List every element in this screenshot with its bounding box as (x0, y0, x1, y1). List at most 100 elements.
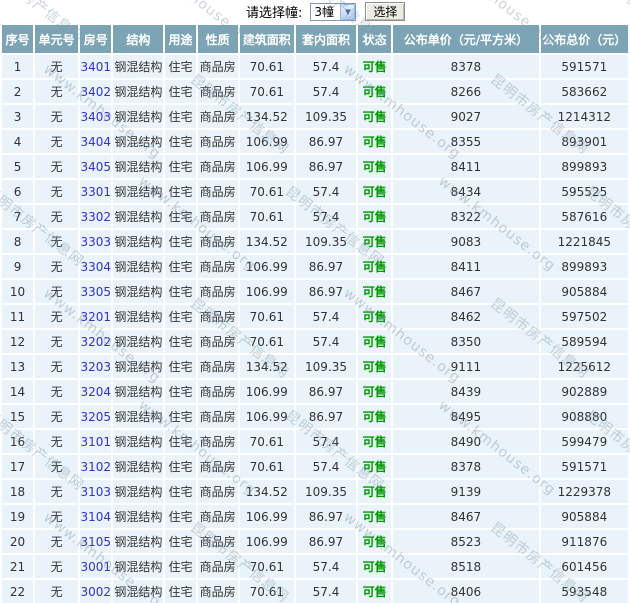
cell-room[interactable]: 3405 (80, 155, 112, 178)
table-row: 6 无 3301 钢混结构 住宅 商品房 70.61 57.4 可售 8434 595525 (2, 180, 628, 203)
cell-nature: 商品房 (197, 80, 238, 103)
cell-total-price: 911876 (540, 530, 628, 553)
cell-unit: 无 (35, 255, 79, 278)
cell-unit: 无 (35, 455, 79, 478)
cell-area: 106.99 (239, 280, 294, 303)
cell-room[interactable]: 3204 (80, 380, 112, 403)
select-button[interactable]: 选择 (365, 2, 406, 21)
cell-area: 106.99 (239, 155, 294, 178)
cell-room[interactable]: 3402 (80, 80, 112, 103)
cell-room[interactable]: 3404 (80, 130, 112, 153)
table-row: 4 无 3404 钢混结构 住宅 商品房 106.99 86.97 可售 8355 893901 (2, 130, 628, 153)
cell-inner-area: 57.4 (295, 305, 357, 328)
cell-total-price: 908880 (540, 405, 628, 428)
cell-nature: 商品房 (197, 230, 238, 253)
cell-area: 134.52 (239, 105, 294, 128)
cell-total-price: 597502 (540, 305, 628, 328)
table-row: 15 无 3205 钢混结构 住宅 商品房 106.99 86.97 可售 8495 908880 (2, 405, 628, 428)
listing-page: 昆明市房产信息网www.kmhouse.org昆明市房产信息网www.kmhou… (0, 0, 630, 603)
cell-use: 住宅 (165, 105, 196, 128)
cell-nature: 商品房 (197, 480, 238, 503)
cell-total-price: 1225612 (540, 355, 628, 378)
cell-use: 住宅 (165, 555, 196, 578)
cell-seq: 4 (2, 130, 34, 153)
cell-status: 可售 (358, 405, 392, 428)
cell-area: 70.61 (239, 430, 294, 453)
listing-table: 序号 单元号 房号 结构 用途 性质 建筑面积 套内面积 状态 公布单价（元/平… (0, 23, 630, 603)
header-seq: 序号 (2, 25, 34, 53)
cell-nature: 商品房 (197, 155, 238, 178)
table-row: 7 无 3302 钢混结构 住宅 商品房 70.61 57.4 可售 8322 587616 (2, 205, 628, 228)
cell-structure: 钢混结构 (113, 80, 164, 103)
cell-nature: 商品房 (197, 180, 238, 203)
cell-area: 70.61 (239, 305, 294, 328)
cell-room[interactable]: 3301 (80, 180, 112, 203)
cell-room[interactable]: 3103 (80, 480, 112, 503)
cell-inner-area: 86.97 (295, 130, 357, 153)
cell-room[interactable]: 3305 (80, 280, 112, 303)
cell-status: 可售 (358, 330, 392, 353)
cell-room[interactable]: 3403 (80, 105, 112, 128)
cell-area: 134.52 (239, 480, 294, 503)
cell-seq: 18 (2, 480, 34, 503)
cell-total-price: 589594 (540, 330, 628, 353)
cell-room[interactable]: 3205 (80, 405, 112, 428)
cell-structure: 钢混结构 (113, 155, 164, 178)
cell-unit-price: 8434 (393, 180, 539, 203)
cell-seq: 10 (2, 280, 34, 303)
cell-area: 106.99 (239, 255, 294, 278)
cell-structure: 钢混结构 (113, 305, 164, 328)
cell-room[interactable]: 3102 (80, 455, 112, 478)
cell-room[interactable]: 3303 (80, 230, 112, 253)
cell-room[interactable]: 3304 (80, 255, 112, 278)
cell-room[interactable]: 3201 (80, 305, 112, 328)
cell-room[interactable]: 3001 (80, 555, 112, 578)
cell-inner-area: 109.35 (295, 105, 357, 128)
cell-seq: 22 (2, 580, 34, 603)
cell-room[interactable]: 3002 (80, 580, 112, 603)
cell-unit-price: 8523 (393, 530, 539, 553)
cell-nature: 商品房 (197, 530, 238, 553)
cell-unit: 无 (35, 430, 79, 453)
cell-seq: 15 (2, 405, 34, 428)
cell-total-price: 905884 (540, 280, 628, 303)
cell-status: 可售 (358, 355, 392, 378)
cell-room[interactable]: 3104 (80, 505, 112, 528)
cell-room[interactable]: 3401 (80, 55, 112, 78)
building-select-label: 请选择幢: (246, 6, 303, 21)
cell-seq: 19 (2, 505, 34, 528)
cell-seq: 16 (2, 430, 34, 453)
table-row: 2 无 3402 钢混结构 住宅 商品房 70.61 57.4 可售 8266 583662 (2, 80, 628, 103)
table-row: 5 无 3405 钢混结构 住宅 商品房 106.99 86.97 可售 8411 899893 (2, 155, 628, 178)
cell-area: 134.52 (239, 230, 294, 253)
table-row: 20 无 3105 钢混结构 住宅 商品房 106.99 86.97 可售 8523 911876 (2, 530, 628, 553)
cell-area: 106.99 (239, 130, 294, 153)
building-select[interactable]: 3幢 ▼ (310, 2, 357, 21)
cell-unit: 无 (35, 130, 79, 153)
cell-status: 可售 (358, 480, 392, 503)
cell-total-price: 587616 (540, 205, 628, 228)
cell-room[interactable]: 3302 (80, 205, 112, 228)
cell-room[interactable]: 3105 (80, 530, 112, 553)
cell-seq: 11 (2, 305, 34, 328)
cell-unit-price: 8439 (393, 380, 539, 403)
cell-unit: 无 (35, 230, 79, 253)
cell-use: 住宅 (165, 455, 196, 478)
cell-room[interactable]: 3101 (80, 430, 112, 453)
cell-unit: 无 (35, 205, 79, 228)
cell-room[interactable]: 3202 (80, 330, 112, 353)
cell-use: 住宅 (165, 380, 196, 403)
cell-structure: 钢混结构 (113, 280, 164, 303)
cell-inner-area: 86.97 (295, 255, 357, 278)
header-inner-area: 套内面积 (295, 25, 357, 53)
cell-use: 住宅 (165, 305, 196, 328)
cell-total-price: 1229378 (540, 480, 628, 503)
cell-status: 可售 (358, 380, 392, 403)
cell-unit: 无 (35, 355, 79, 378)
cell-unit: 无 (35, 480, 79, 503)
cell-inner-area: 57.4 (295, 455, 357, 478)
cell-unit: 无 (35, 155, 79, 178)
chevron-down-icon[interactable]: ▼ (340, 3, 356, 20)
cell-use: 住宅 (165, 505, 196, 528)
cell-room[interactable]: 3203 (80, 355, 112, 378)
